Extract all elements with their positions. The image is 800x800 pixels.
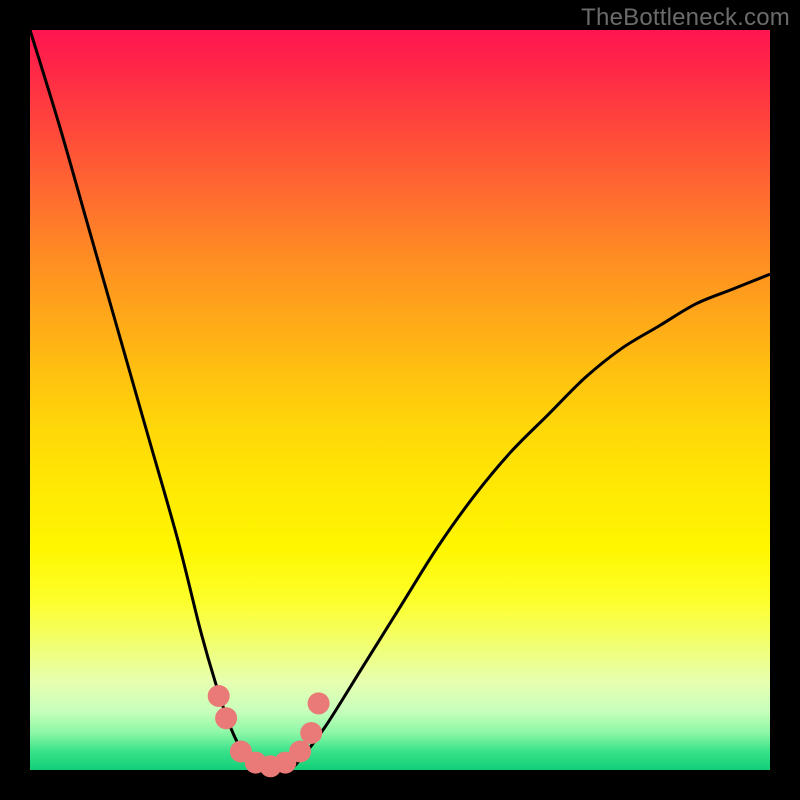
range-dots [208, 685, 330, 777]
range-dot [289, 741, 311, 763]
plot-area [30, 30, 770, 770]
range-dot [300, 722, 322, 744]
range-dot [208, 685, 230, 707]
chart-stage: TheBottleneck.com [0, 0, 800, 800]
range-dot [215, 707, 237, 729]
range-dot [308, 692, 330, 714]
bottleneck-curve [30, 30, 770, 771]
watermark-text: TheBottleneck.com [581, 4, 790, 32]
curve-layer [30, 30, 770, 770]
